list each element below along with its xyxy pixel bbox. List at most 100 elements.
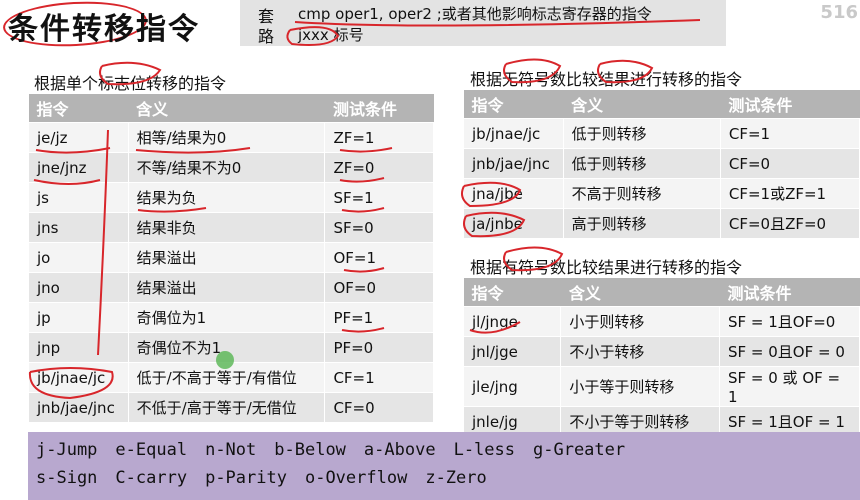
condition-cell: CF=1或ZF=1 — [719, 178, 860, 209]
table-row: jp 奇偶位为1 PF=1 — [28, 302, 434, 333]
legend-item: p-Parity — [205, 468, 287, 488]
meaning-cell: 不小于转移 — [560, 336, 720, 367]
condition-cell: CF=0且ZF=0 — [719, 208, 860, 239]
instruction-cell: jle/jng — [462, 366, 562, 407]
table-row: jno 结果溢出 OF=0 — [28, 272, 434, 303]
instruction-cell: jnb/jae/jnc — [28, 392, 129, 423]
table-row: jns 结果非负 SF=0 — [28, 212, 434, 243]
legend-item: s-Sign — [36, 468, 98, 488]
table-row: jo 结果溢出 OF=1 — [28, 242, 434, 273]
legend-item: z-Zero — [425, 468, 487, 488]
table-row: jnb/jae/jnc 不低于/高于等于/无借位 CF=0 — [28, 392, 434, 423]
table-row: jne/jnz 不等/结果不为0 ZF=0 — [28, 152, 434, 183]
instruction-cell: jns — [28, 212, 129, 243]
left-heading: 根据单个标志位转移的指令 — [34, 74, 227, 93]
table-row: jle/jng 小于等于则转移 SF = 0 或 OF = 1 — [462, 366, 860, 407]
signed-compare-table: 指令 含义 测试条件 jl/jnge 小于则转移 SF = 1且OF=0 jnl/jge 不小… — [462, 278, 860, 437]
instruction-cell: ja/jnbe — [463, 208, 564, 239]
table-row: je/jz 相等/结果为0 ZF=1 — [28, 122, 434, 153]
header-condition: 测试条件 — [720, 90, 860, 119]
condition-cell: SF = 0 或 OF = 1 — [718, 366, 860, 407]
instruction-cell: jno — [28, 272, 129, 303]
table-row: jna/jbe 不高于则转移 CF=1或ZF=1 — [463, 178, 860, 209]
instruction-cell: js — [28, 182, 129, 213]
legend-item: j-Jump — [36, 440, 98, 460]
header-condition: 测试条件 — [719, 278, 860, 307]
instruction-cell: jo — [28, 242, 129, 273]
condition-cell: PF=0 — [324, 332, 434, 363]
table-row: jl/jnge 小于则转移 SF = 1且OF=0 — [462, 306, 860, 337]
meaning-cell: 奇偶位为1 — [127, 302, 326, 333]
legend-item: g-Greater — [533, 440, 626, 460]
condition-cell: ZF=0 — [324, 152, 434, 183]
instruction-cell: jb/jnae/jc — [28, 362, 129, 393]
right-top-heading: 根据无符号数比较结果进行转移的指令 — [470, 70, 743, 89]
instruction-cell: jna/jbe — [463, 178, 564, 209]
meaning-cell: 奇偶位不为1 — [127, 332, 326, 363]
header-meaning: 含义 — [563, 90, 721, 119]
pattern-box: 套 路 cmp oper1, oper2 ;或者其他影响标志寄存器的指令 jxx… — [240, 0, 726, 46]
legend-row-1: j-Jump e-Equal n-Not b-Below a-Above L-less g-… — [36, 440, 643, 460]
meaning-cell: 小于等于则转移 — [560, 366, 720, 407]
right-bottom-heading: 根据有符号数比较结果进行转移的指令 — [470, 258, 743, 277]
table-row: jnb/jae/jnc 低于则转移 CF=0 — [463, 148, 860, 179]
legend-item: o-Overflow — [304, 468, 408, 488]
mnemonic-legend: j-Jump e-Equal n-Not b-Below a-Above L-less g-… — [28, 432, 860, 500]
legend-item: a-Above — [363, 440, 436, 460]
table-row: ja/jnbe 高于则转移 CF=0且ZF=0 — [463, 208, 860, 239]
meaning-cell: 结果为负 — [127, 182, 326, 213]
header-meaning: 含义 — [128, 94, 325, 123]
pattern-line-2: jxxx 标号 — [298, 26, 364, 44]
legend-item: L-less — [453, 440, 515, 460]
condition-cell: PF=1 — [324, 302, 434, 333]
legend-row-2: s-Sign C-carry p-Parity o-Overflow z-Zero — [36, 468, 505, 488]
condition-cell: SF = 0且OF = 0 — [718, 336, 860, 367]
condition-cell: OF=1 — [324, 242, 434, 273]
instruction-cell: jnl/jge — [462, 336, 562, 367]
table-row: js 结果为负 SF=1 — [28, 182, 434, 213]
meaning-cell: 结果溢出 — [127, 272, 326, 303]
meaning-cell: 不等/结果不为0 — [127, 152, 326, 183]
condition-cell: SF=0 — [324, 212, 434, 243]
instruction-cell: jl/jnge — [462, 306, 562, 337]
meaning-cell: 不高于则转移 — [562, 178, 721, 209]
table-row: jb/jnae/jc 低于则转移 CF=1 — [463, 118, 860, 149]
table-row: jnp 奇偶位不为1 PF=0 — [28, 332, 434, 363]
instruction-cell: jnp — [28, 332, 129, 363]
header-instruction: 指令 — [28, 94, 129, 123]
legend-item: e-Equal — [115, 440, 188, 460]
table-row: jb/jnae/jc 低于/不高于等于/有借位 CF=1 — [28, 362, 434, 393]
meaning-cell: 结果溢出 — [127, 242, 326, 273]
header-instruction: 指令 — [463, 278, 561, 307]
table-row: jnl/jge 不小于转移 SF = 0且OF = 0 — [462, 336, 860, 367]
header-instruction: 指令 — [463, 90, 564, 119]
pattern-line-1: cmp oper1, oper2 ;或者其他影响标志寄存器的指令 — [298, 5, 652, 23]
meaning-cell: 低于/不高于等于/有借位 — [127, 362, 326, 393]
condition-cell: ZF=1 — [324, 122, 434, 153]
condition-cell: CF=0 — [719, 148, 860, 179]
single-flag-table: 指令 含义 测试条件 je/jz 相等/结果为0 ZF=1 jne/jnz 不等/结果不为0 Z… — [28, 94, 434, 423]
condition-cell: CF=1 — [719, 118, 860, 149]
meaning-cell: 小于则转移 — [560, 306, 720, 337]
meaning-cell: 高于则转移 — [562, 208, 721, 239]
page-number: 516 — [820, 2, 858, 23]
condition-cell: OF=0 — [324, 272, 434, 303]
condition-cell: CF=0 — [324, 392, 434, 423]
header-condition: 测试条件 — [324, 94, 434, 123]
meaning-cell: 低于则转移 — [562, 148, 721, 179]
condition-cell: SF=1 — [324, 182, 434, 213]
meaning-cell: 不低于/高于等于/无借位 — [127, 392, 326, 423]
unsigned-compare-table: 指令 含义 测试条件 jb/jnae/jc 低于则转移 CF=1 jnb/jae/jnc 低于… — [463, 90, 860, 239]
meaning-cell: 结果非负 — [127, 212, 326, 243]
meaning-cell: 相等/结果为0 — [127, 122, 326, 153]
instruction-cell: jnb/jae/jnc — [463, 148, 564, 179]
legend-item: b-Below — [274, 440, 346, 460]
instruction-cell: je/jz — [28, 122, 129, 153]
meaning-cell: 低于则转移 — [562, 118, 721, 149]
pattern-label-2: 路 — [258, 27, 275, 46]
condition-cell: SF = 1且OF=0 — [718, 306, 860, 337]
instruction-cell: jb/jnae/jc — [463, 118, 564, 149]
legend-item: n-Not — [205, 440, 257, 460]
instruction-cell: jp — [28, 302, 129, 333]
header-meaning: 含义 — [560, 278, 720, 307]
